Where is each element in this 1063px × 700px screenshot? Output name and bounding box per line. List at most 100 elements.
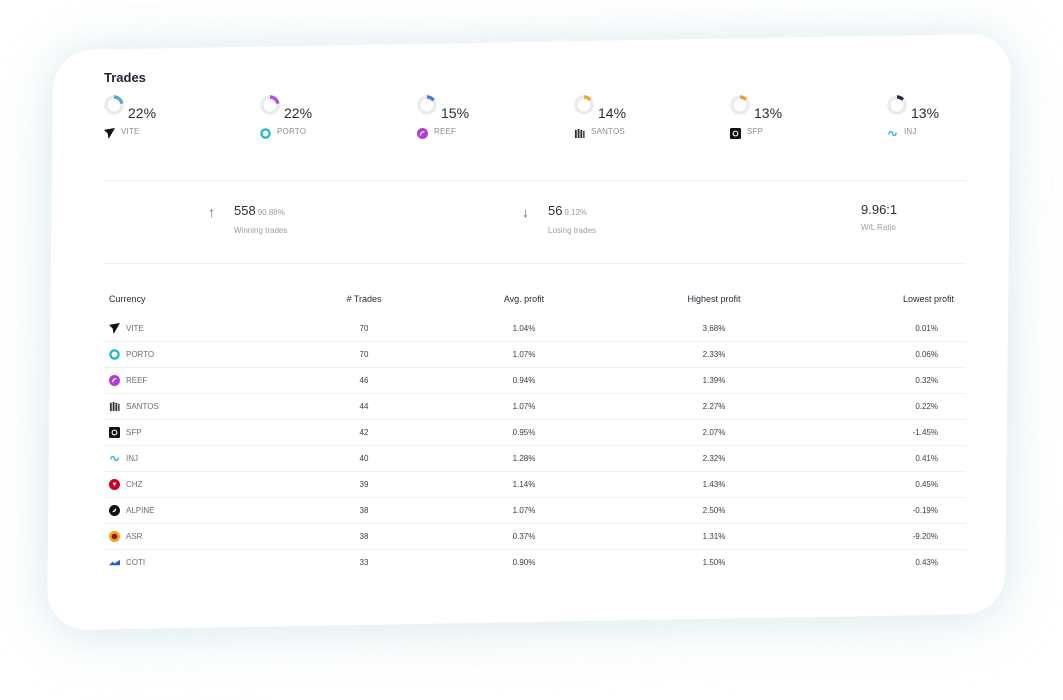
- winning-label: Winning trades: [234, 226, 288, 235]
- trades-count-cell: 39: [284, 471, 444, 498]
- avg-profit-cell: 0.90%: [512, 558, 536, 567]
- losing-stat: ↓ 56 9.12% Losing trades: [522, 202, 596, 235]
- trades-count-cell: 42: [284, 419, 444, 446]
- lowest-profit-cell: 0.06%: [824, 341, 966, 368]
- divider: [104, 263, 966, 264]
- column-header-highest-profit[interactable]: Highest profit: [604, 292, 824, 316]
- table-row[interactable]: REEF 46 0.94% 1.39% 0.32%: [104, 367, 966, 394]
- top-currency-item: 13% INJ: [887, 95, 1007, 137]
- top-currency-item: 22% PORTO: [260, 95, 380, 139]
- column-header-trades[interactable]: # Trades: [284, 292, 444, 316]
- donut-line: 22%: [104, 95, 224, 121]
- top-currency-item: 14% SANTOS: [574, 95, 694, 139]
- currency-name: VITE: [126, 324, 144, 333]
- santos-icon: [574, 126, 585, 139]
- avg-profit-cell: 1.07%: [444, 497, 604, 524]
- donut-chart: [260, 95, 280, 120]
- currency-cell: SANTOS: [104, 393, 284, 420]
- divider: [104, 180, 966, 181]
- inj-icon: [109, 453, 120, 464]
- currency-name: REEF: [126, 376, 148, 385]
- donut-line: 13%: [887, 95, 1007, 120]
- avg-profit-cell: 0.95%: [444, 419, 604, 446]
- table-row[interactable]: COTI 33 0.90% 1.50% 0.43%: [104, 550, 966, 576]
- table-row[interactable]: CHZ 39 1.14% 1.43% 0.45%: [104, 471, 966, 498]
- asr-icon: [109, 531, 120, 542]
- top-currency-item: 22% VITE: [104, 95, 224, 139]
- currency-name: INJ: [126, 454, 138, 463]
- column-header-lowest-profit[interactable]: Lowest profit: [824, 292, 966, 316]
- top-currency-pct: 15%: [441, 105, 470, 121]
- donut-line: 13%: [730, 95, 850, 121]
- currency-name: CHZ: [126, 480, 143, 489]
- table-row[interactable]: SFP 42 0.95% 2.07% -1.45%: [104, 419, 966, 446]
- avg-profit-cell: 0.94%: [444, 367, 604, 394]
- highest-profit-cell: 2.07%: [604, 419, 824, 446]
- losing-pct: 9.12%: [564, 208, 588, 217]
- top-currency-pct: 22%: [128, 105, 157, 121]
- currency-name: COTI: [126, 558, 146, 567]
- top-currency-name: SFP: [747, 127, 764, 136]
- donut-chart: [730, 95, 750, 120]
- donut-line: 15%: [417, 95, 537, 121]
- winning-stat: ↑ 558 90.88% Winning trades: [208, 202, 287, 235]
- top-currencies-row: 22% VITE 22% PORTO 15% REEF 14% SANTOS 1…: [104, 95, 964, 156]
- highest-profit-cell: 2.32%: [604, 445, 824, 472]
- currency-name: ASR: [126, 532, 143, 541]
- highest-profit-cell: 1.39%: [604, 367, 824, 394]
- highest-profit-cell: 2.50%: [604, 497, 824, 524]
- top-currency-name: REEF: [434, 127, 457, 136]
- lowest-profit-cell: -9.20%: [824, 523, 966, 550]
- porto-icon: [109, 349, 120, 360]
- ratio-label: W/L Ratio: [861, 223, 896, 232]
- currency-name: SANTOS: [126, 402, 159, 411]
- lowest-profit-cell: -0.19%: [824, 497, 966, 524]
- avg-profit-cell: 1.28%: [444, 445, 604, 472]
- top-currency-name: VITE: [121, 127, 140, 136]
- lowest-profit-cell: 0.43%: [915, 558, 938, 567]
- column-header-currency[interactable]: Currency: [104, 292, 284, 316]
- inj-icon: [887, 126, 898, 137]
- currency-cell: CHZ: [104, 471, 284, 498]
- highest-profit-cell: 1.50%: [702, 558, 726, 567]
- coin-line: VITE: [104, 126, 224, 139]
- table-row[interactable]: ASR 38 0.37% 1.31% -9.20%: [104, 523, 966, 550]
- lowest-profit-cell: 0.32%: [824, 367, 966, 394]
- table-row[interactable]: SANTOS 44 1.07% 2.27% 0.22%: [104, 393, 966, 420]
- column-header-avg-profit[interactable]: Avg. profit: [444, 292, 604, 316]
- lowest-profit-cell: 0.01%: [824, 316, 966, 342]
- currency-cell: VITE: [104, 316, 284, 342]
- currency-name: SFP: [126, 428, 142, 437]
- losing-count: 56: [548, 203, 563, 218]
- currency-cell: PORTO: [104, 341, 284, 368]
- top-currency-pct: 22%: [284, 105, 313, 121]
- trades-count-cell: 70: [284, 316, 444, 342]
- top-currency-item: 15% REEF: [417, 95, 537, 139]
- top-currency-pct: 13%: [754, 105, 783, 121]
- coin-line: PORTO: [260, 126, 380, 139]
- currency-cell: SFP: [104, 419, 284, 446]
- coin-line: REEF: [417, 126, 537, 139]
- highest-profit-cell: 1.31%: [604, 523, 824, 550]
- table-row[interactable]: VITE 70 1.04% 3.68% 0.01%: [104, 316, 966, 342]
- sfp-icon: [730, 126, 741, 139]
- table-header-row: Currency # Trades Avg. profit Highest pr…: [104, 292, 966, 316]
- top-currency-name: PORTO: [277, 127, 307, 136]
- vite-icon: [104, 126, 115, 139]
- coin-line: SFP: [730, 126, 850, 139]
- currency-cell: REEF: [104, 367, 284, 394]
- avg-profit-cell: 0.37%: [444, 523, 604, 550]
- currency-name: PORTO: [126, 350, 155, 359]
- arrow-down-icon: ↓: [522, 204, 529, 220]
- santos-icon: [109, 401, 120, 412]
- top-currency-pct: 14%: [598, 105, 627, 121]
- top-currency-item: 13% SFP: [730, 95, 850, 139]
- losing-label: Losing trades: [548, 226, 597, 235]
- porto-icon: [260, 126, 271, 139]
- card-title: Trades: [104, 70, 146, 85]
- currency-cell: COTI: [104, 550, 284, 576]
- currency-cell: ALPINE: [104, 497, 284, 524]
- table-row[interactable]: INJ 40 1.28% 2.32% 0.41%: [104, 445, 966, 472]
- table-row[interactable]: ALPINE 38 1.07% 2.50% -0.19%: [104, 497, 966, 524]
- table-row[interactable]: PORTO 70 1.07% 2.33% 0.06%: [104, 341, 966, 368]
